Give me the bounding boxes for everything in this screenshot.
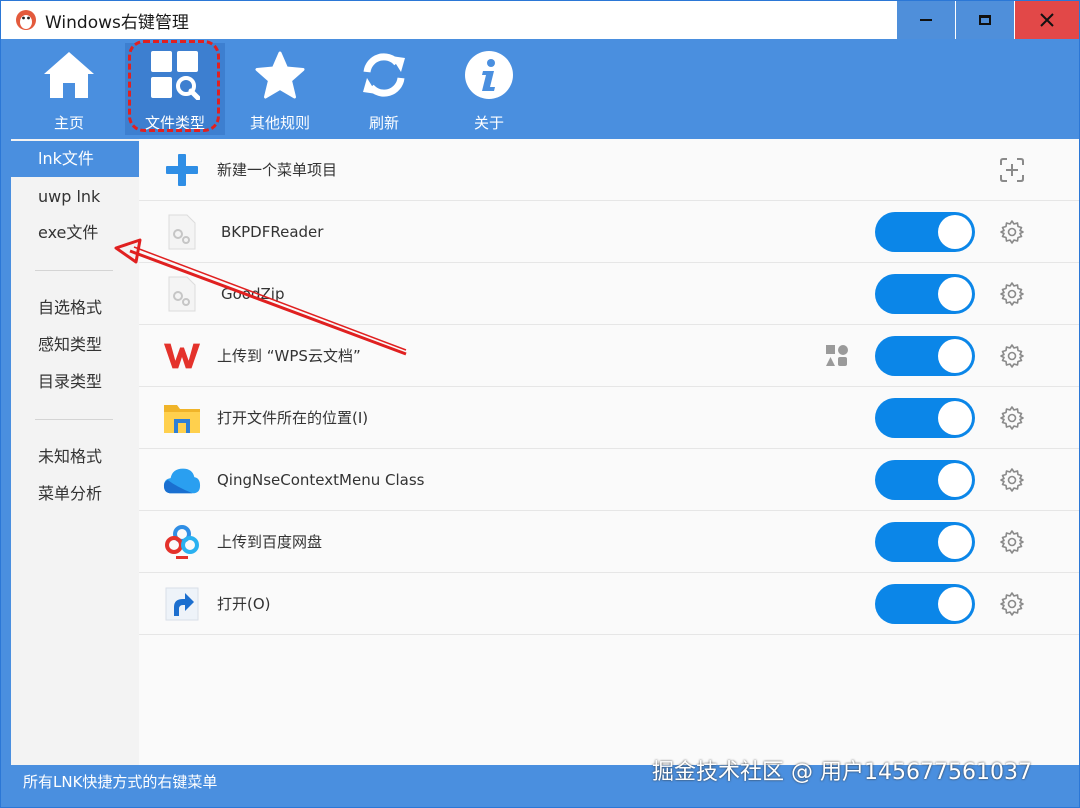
menu-item-label: BKPDFReader <box>221 223 324 241</box>
toolbar-about-button[interactable]: 关于 <box>439 43 539 135</box>
cloud-icon <box>163 468 201 494</box>
shapes-icon[interactable] <box>825 344 849 368</box>
folder-icon <box>164 405 200 433</box>
menu-item-row: 打开(O) <box>139 573 1079 635</box>
file-type-icon <box>151 51 200 100</box>
shortcut-arrow-icon <box>165 587 199 621</box>
settings-gear-icon[interactable] <box>999 405 1025 431</box>
maximize-icon <box>979 15 991 25</box>
blank-file-gear-icon <box>168 276 196 312</box>
menu-item-list: 新建一个菜单项目 BKPDFReader GoodZip 上传到 “WPS云文档… <box>139 139 1079 765</box>
sidebar-item-exe[interactable]: exe文件 <box>11 215 139 251</box>
toolbar-home-label: 主页 <box>53 114 84 132</box>
menu-item-row: 上传到百度网盘 <box>139 511 1079 573</box>
menu-item-label: GoodZip <box>221 285 285 303</box>
new-menu-item-label: 新建一个菜单项目 <box>217 161 338 179</box>
menu-item-label: 上传到 “WPS云文档” <box>217 347 361 365</box>
toolbar-refresh-button[interactable]: 刷新 <box>334 43 434 135</box>
sidebar-item-custom-format[interactable]: 自选格式 <box>11 290 139 326</box>
toolbar-about-label: 关于 <box>473 114 504 132</box>
settings-gear-icon[interactable] <box>999 343 1025 369</box>
enable-toggle[interactable] <box>875 398 975 438</box>
settings-gear-icon[interactable] <box>999 591 1025 617</box>
enable-toggle[interactable] <box>875 274 975 314</box>
app-window: Windows右键管理 主页 文件类型 其他规则 刷新 关于 lnk文件 uwp… <box>0 0 1080 808</box>
watermark-text: 掘金技术社区 @ 用户145677561037 <box>652 760 1032 785</box>
new-menu-item-row[interactable]: 新建一个菜单项目 <box>139 139 1079 201</box>
close-button[interactable] <box>1015 1 1079 39</box>
home-icon <box>44 52 94 98</box>
sidebar-item-uwp-lnk[interactable]: uwp lnk <box>11 179 139 215</box>
sidebar-item-lnk[interactable]: lnk文件 <box>11 141 139 177</box>
sidebar: lnk文件 uwp lnk exe文件 自选格式 感知类型 目录类型 未知格式 … <box>11 139 139 765</box>
plus-icon <box>166 154 198 186</box>
menu-item-label: QingNseContextMenu Class <box>217 471 425 489</box>
blank-file-gear-icon <box>168 214 196 250</box>
main-toolbar: 主页 文件类型 其他规则 刷新 关于 <box>1 39 1079 139</box>
settings-gear-icon[interactable] <box>999 529 1025 555</box>
menu-item-label: 打开(O) <box>217 595 271 613</box>
toolbar-other-rules-button[interactable]: 其他规则 <box>230 43 330 135</box>
settings-gear-icon[interactable] <box>999 467 1025 493</box>
menu-item-row: GoodZip <box>139 263 1079 325</box>
window-title: Windows右键管理 <box>45 12 189 33</box>
baidu-netdisk-icon <box>165 525 199 559</box>
settings-gear-icon[interactable] <box>999 281 1025 307</box>
minimize-icon <box>920 19 932 21</box>
menu-item-row: BKPDFReader <box>139 201 1079 263</box>
sidebar-divider <box>35 270 113 271</box>
menu-item-row: 上传到 “WPS云文档” <box>139 325 1079 387</box>
enable-toggle[interactable] <box>875 336 975 376</box>
star-icon <box>255 51 305 99</box>
refresh-icon <box>363 53 405 97</box>
enable-toggle[interactable] <box>875 522 975 562</box>
app-logo-icon <box>16 10 36 30</box>
menu-item-label: 上传到百度网盘 <box>217 533 323 551</box>
add-circle-icon[interactable] <box>999 157 1025 183</box>
info-icon <box>465 51 513 99</box>
sidebar-item-directory-type[interactable]: 目录类型 <box>11 364 139 400</box>
sidebar-item-unknown-format[interactable]: 未知格式 <box>11 439 139 475</box>
toolbar-other-rules-label: 其他规则 <box>249 114 310 132</box>
sidebar-divider <box>35 419 113 420</box>
wps-icon <box>163 343 201 369</box>
settings-gear-icon[interactable] <box>999 219 1025 245</box>
sidebar-item-menu-analysis[interactable]: 菜单分析 <box>11 476 139 512</box>
sidebar-item-perceived-type[interactable]: 感知类型 <box>11 327 139 363</box>
menu-item-row: 打开文件所在的位置(I) <box>139 387 1079 449</box>
toolbar-file-type-label: 文件类型 <box>144 114 205 132</box>
left-gutter <box>1 139 11 765</box>
close-icon <box>1040 13 1054 27</box>
minimize-button[interactable] <box>897 1 955 39</box>
menu-item-row: QingNseContextMenu Class <box>139 449 1079 511</box>
menu-item-label: 打开文件所在的位置(I) <box>217 409 369 427</box>
toolbar-refresh-label: 刷新 <box>368 114 399 132</box>
status-text: 所有LNK快捷方式的右键菜单 <box>23 773 218 791</box>
toolbar-file-type-button[interactable]: 文件类型 <box>125 43 225 135</box>
enable-toggle[interactable] <box>875 584 975 624</box>
toolbar-home-button[interactable]: 主页 <box>19 43 119 135</box>
enable-toggle[interactable] <box>875 212 975 252</box>
maximize-button[interactable] <box>956 1 1014 39</box>
enable-toggle[interactable] <box>875 460 975 500</box>
